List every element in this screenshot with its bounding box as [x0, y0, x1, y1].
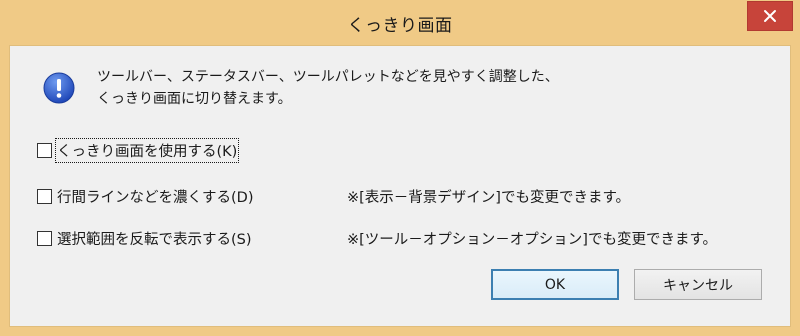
darken-lines-checkbox[interactable]: [37, 189, 52, 204]
cancel-button[interactable]: キャンセル: [634, 269, 762, 300]
message-line-1: ツールバー、ステータスバー、ツールパレットなどを見やすく調整した、: [97, 69, 559, 85]
window-title: くっきり画面: [347, 16, 453, 36]
title-bar[interactable]: くっきり画面: [1, 1, 799, 45]
message-text: ツールバー、ステータスバー、ツールパレットなどを見やすく調整した、 くっきり画面…: [97, 66, 559, 110]
dialog-content: ツールバー、ステータスバー、ツールパレットなどを見やすく調整した、 くっきり画面…: [9, 45, 791, 327]
darken-lines-option[interactable]: 行間ラインなどを濃くする(D): [37, 186, 253, 207]
use-clear-screen-label[interactable]: くっきり画面を使用する(K): [54, 138, 240, 163]
info-icon: [43, 72, 75, 104]
invert-selection-note: ※[ツール－オプション－オプション]でも変更できます。: [347, 232, 718, 248]
invert-selection-label[interactable]: 選択範囲を反転で表示する(S): [57, 228, 252, 249]
use-clear-screen-option[interactable]: くっきり画面を使用する(K): [37, 138, 240, 163]
message-line-2: くっきり画面に切り替えます。: [97, 91, 292, 107]
ok-button[interactable]: OK: [491, 269, 619, 300]
darken-lines-label[interactable]: 行間ラインなどを濃くする(D): [57, 186, 253, 207]
close-button[interactable]: [747, 1, 793, 31]
use-clear-screen-checkbox[interactable]: [37, 143, 52, 158]
darken-lines-note: ※[表示－背景デザイン]でも変更できます。: [347, 190, 631, 206]
close-icon: [763, 9, 777, 23]
invert-selection-checkbox[interactable]: [37, 231, 52, 246]
invert-selection-option[interactable]: 選択範囲を反転で表示する(S): [37, 228, 252, 249]
dialog-window: くっきり画面 ツールバー、ステータスバー、ツールパレットなどを見やすく調整した、…: [0, 0, 800, 336]
